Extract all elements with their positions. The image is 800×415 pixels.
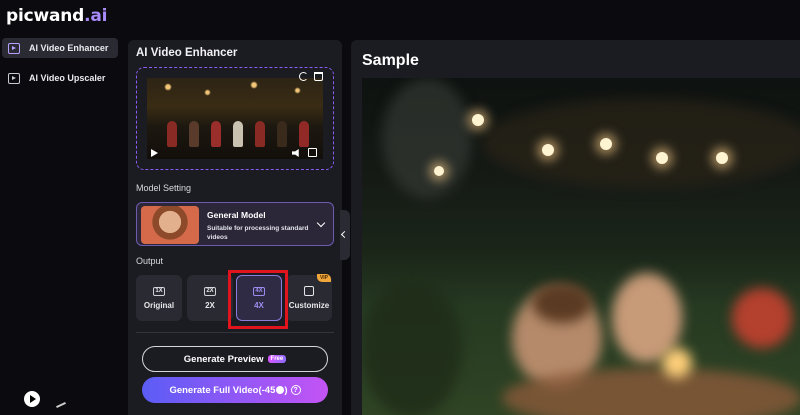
help-icon[interactable]: ? xyxy=(290,385,301,395)
model-avatar xyxy=(141,206,199,244)
generate-preview-button[interactable]: Generate Preview Free xyxy=(142,346,328,372)
output-option-label: 2X xyxy=(205,300,215,310)
generate-preview-label: Generate Preview xyxy=(183,353,264,365)
output-option-label: Original xyxy=(143,300,175,310)
credit-coin-icon xyxy=(276,386,285,394)
video-enhance-icon xyxy=(8,42,20,54)
generate-full-video-suffix: ) xyxy=(284,384,288,396)
panel-title: AI Video Enhancer xyxy=(136,47,238,59)
output-option-label: Customize xyxy=(288,301,330,310)
sample-title: Sample xyxy=(362,52,419,69)
uploaded-video-box[interactable] xyxy=(136,67,334,170)
top-bar: picwand.ai xyxy=(0,0,800,34)
sidebar-item-label: AI Video Upscaler xyxy=(29,73,106,83)
sample-play-icon[interactable] xyxy=(24,391,40,407)
sample-area: Sample xyxy=(351,40,800,415)
sidebar-item-label: AI Video Enhancer xyxy=(29,43,109,53)
video-controls xyxy=(147,147,323,161)
play-icon[interactable] xyxy=(151,149,158,157)
picwand-logo[interactable]: picwand.ai xyxy=(6,6,107,26)
free-badge: Free xyxy=(267,355,287,363)
enhancer-panel: AI Video Enhancer Model Setting General … xyxy=(128,40,342,415)
delete-icon[interactable] xyxy=(314,72,323,81)
vip-badge: VIP xyxy=(316,274,331,282)
fullscreen-icon[interactable] xyxy=(308,148,317,157)
model-name: General Model xyxy=(207,210,266,220)
chevron-down-icon xyxy=(316,218,326,228)
divider xyxy=(136,332,334,333)
1x-badge: 1X xyxy=(153,286,165,296)
sidebar-item-ai-video-enhancer[interactable]: AI Video Enhancer xyxy=(2,38,118,58)
generate-full-video-label: Generate Full Video(-45 xyxy=(169,384,276,396)
sidebar: AI Video Enhancer AI Video Upscaler xyxy=(0,34,124,415)
output-label: Output xyxy=(136,256,164,266)
generate-full-video-button[interactable]: Generate Full Video(-45 ) ? xyxy=(142,377,328,403)
sample-image xyxy=(362,78,800,415)
collapse-panel-button[interactable] xyxy=(340,210,350,260)
sidebar-item-ai-video-upscaler[interactable]: AI Video Upscaler xyxy=(2,68,118,88)
output-option-customize[interactable]: VIP Customize xyxy=(286,274,332,321)
output-option-2x[interactable]: 2X 2X xyxy=(187,275,233,321)
model-description: Suitable for processing standard videos xyxy=(207,225,309,241)
output-option-original[interactable]: 1X Original xyxy=(136,275,182,321)
replace-video-icon[interactable] xyxy=(299,72,308,81)
model-setting-label: Model Setting xyxy=(136,183,192,193)
selection-highlight xyxy=(228,270,288,329)
volume-icon[interactable] xyxy=(292,149,299,157)
edit-icon xyxy=(304,286,314,296)
model-selector[interactable]: General Model Suitable for processing st… xyxy=(136,202,334,246)
video-upscale-icon xyxy=(8,72,20,84)
2x-badge: 2X xyxy=(204,286,216,296)
